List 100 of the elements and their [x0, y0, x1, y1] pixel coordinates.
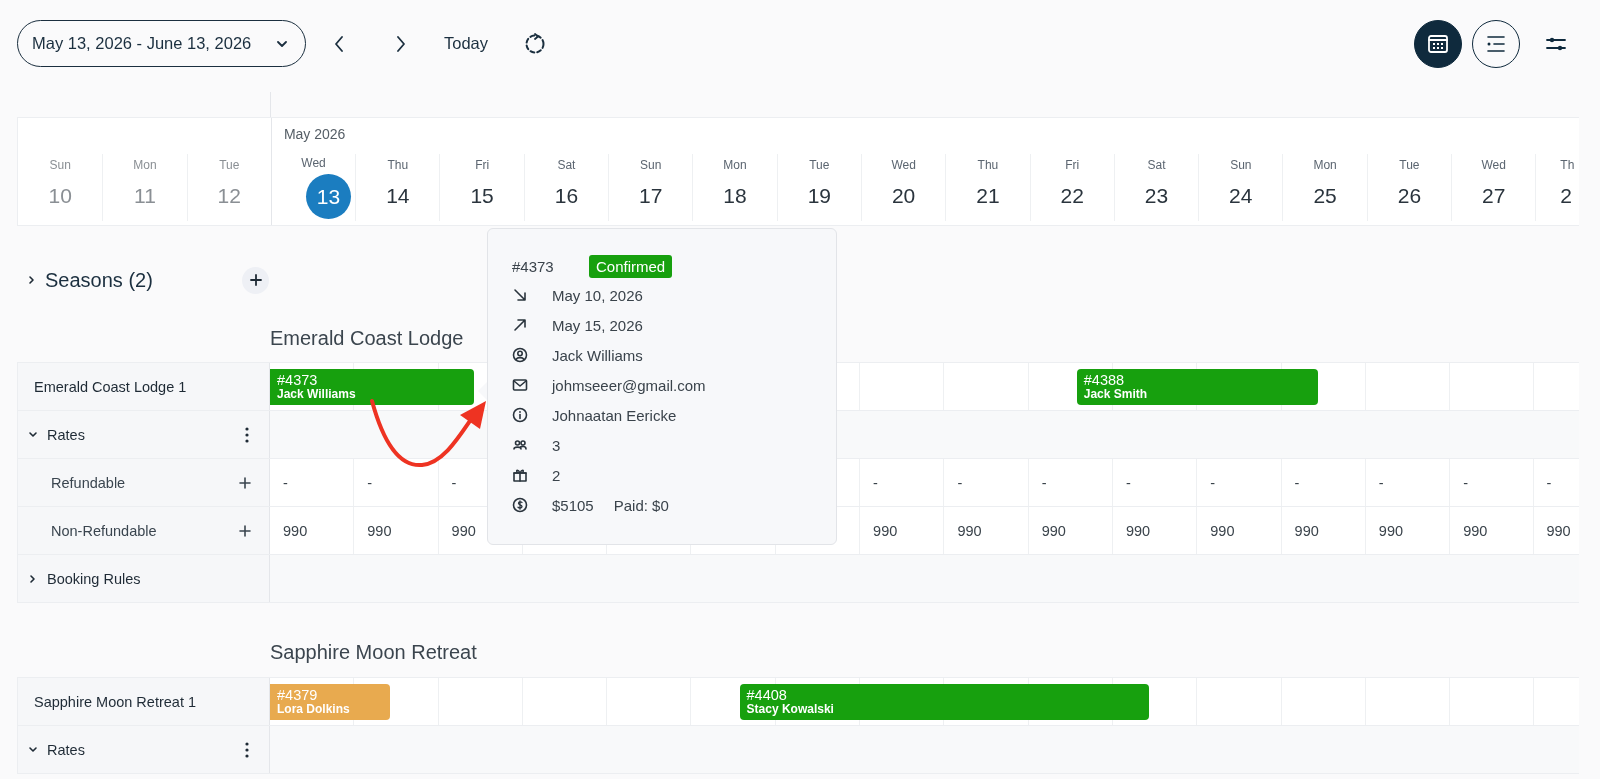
weekday-label: Mon [723, 158, 747, 172]
weekday-label: Fri [475, 158, 490, 172]
guest-name: Lora Dolkins [277, 703, 351, 716]
rate-value: - [1294, 474, 1300, 491]
room-label-cell: Sapphire Moon Retreat 1 [18, 678, 270, 725]
group-label: Booking Rules [47, 570, 141, 587]
expand-toggle[interactable] [28, 429, 38, 440]
date-number: 17 [638, 183, 664, 209]
rate-value: 990 [873, 522, 898, 539]
rate-value: 990 [367, 522, 392, 539]
date-number: 16 [553, 183, 580, 209]
rate-value: - [451, 474, 457, 491]
booking-number: #4373 [512, 257, 555, 275]
rate-name: Non-Refundable [51, 522, 157, 539]
chevron-down-icon [277, 40, 287, 47]
booking-bar[interactable]: #4388 Jack Smith [1076, 369, 1318, 405]
chevron-right-icon [396, 35, 406, 52]
weekday-label: Sat [1147, 158, 1166, 172]
chevron-right-icon [27, 275, 37, 285]
weekday-label: Sun [1230, 158, 1252, 172]
date-number: 14 [385, 183, 411, 209]
dollar-icon [512, 497, 528, 513]
month-label: May 2026 [283, 126, 346, 142]
rate-value: 990 [1210, 522, 1235, 539]
date-number: 22 [1059, 183, 1085, 209]
date-number: 25 [1312, 183, 1338, 209]
rate-value: 990 [1125, 522, 1151, 539]
paid-amount: Paid: $0 [613, 496, 669, 514]
group-label: Rates [47, 426, 85, 443]
envelope-icon [512, 377, 528, 393]
group-label: Rates [47, 741, 85, 758]
rate-value: - [1125, 474, 1131, 491]
rate-value: - [1041, 474, 1047, 491]
expand-toggle[interactable] [28, 744, 38, 755]
weekday-label: Sun [640, 158, 662, 172]
weekday-label: Tue [219, 158, 240, 172]
detail-text: May 15, 2026 [552, 316, 643, 334]
calendar-view-button[interactable] [1414, 19, 1462, 68]
rate-value: - [1378, 474, 1384, 491]
booking-number: #4373 [277, 373, 319, 388]
booking-bar[interactable]: #4408 Stacy Kowalski [739, 684, 1150, 720]
chevron-right-icon [28, 573, 38, 584]
guest-name: Jack Williams [277, 388, 357, 401]
booking-number: #4408 [746, 688, 788, 703]
rate-value: - [873, 474, 878, 491]
rate-value: 990 [1294, 522, 1319, 539]
rate-value: - [1210, 474, 1216, 491]
date-number: 20 [890, 183, 917, 209]
section-title: Seasons (2) [45, 268, 153, 292]
date-number: 26 [1396, 183, 1423, 209]
refresh-icon [524, 32, 547, 55]
date-number: 24 [1228, 183, 1254, 209]
weekday-label: Tue [809, 158, 830, 172]
booking-bar[interactable]: #4379 Lora Dolkins [270, 684, 390, 720]
rate-value: 990 [1378, 522, 1404, 539]
booking-number: #4388 [1083, 373, 1126, 388]
plus-icon [249, 274, 262, 286]
rate-value: 990 [1041, 522, 1066, 539]
add-button[interactable] [242, 266, 269, 294]
date-number: 21 [975, 183, 1001, 209]
status-badge: Confirmed [589, 254, 673, 278]
rate-value: - [957, 474, 963, 491]
date-range-dropdown[interactable]: May 13, 2026 - June 13, 2026 [17, 20, 306, 67]
weekday-label: Wed [891, 158, 916, 172]
user-icon [512, 347, 528, 363]
detail-text: 3 [552, 436, 561, 454]
info-icon [512, 407, 528, 423]
arrow-up-right-icon [512, 317, 528, 333]
property-title: Sapphire Moon Retreat [270, 640, 477, 664]
plus-icon [239, 524, 251, 537]
today-date-marker: 13 [306, 174, 352, 219]
kebab-icon [245, 426, 249, 443]
gift-icon [512, 467, 528, 483]
detail-text: May 10, 2026 [552, 286, 643, 304]
calendar-icon [1427, 32, 1449, 55]
rate-value: - [1546, 474, 1552, 491]
weekday-label: Sun [49, 158, 71, 172]
detail-text: $5105 [552, 496, 594, 514]
booking-number: #4379 [277, 688, 319, 703]
people-icon [512, 437, 528, 453]
property-title: Emerald Coast Lodge [270, 327, 464, 350]
rate-value: 990 [957, 522, 982, 539]
weekday-label: Mon [133, 158, 157, 172]
today-button[interactable]: Today [440, 30, 493, 57]
plus-icon [239, 476, 251, 489]
expand-toggle[interactable] [27, 275, 37, 285]
guest-name: Stacy Kowalski [746, 703, 835, 716]
chevron-down-icon [28, 429, 38, 440]
rate-value: 990 [1546, 522, 1571, 539]
date-number: 15 [469, 183, 495, 209]
booking-bar[interactable]: #4373 Jack Williams [270, 369, 474, 405]
sliders-icon [1546, 35, 1566, 52]
detail-text: 2 [552, 466, 561, 484]
expand-toggle[interactable] [28, 573, 38, 584]
rate-value: - [1463, 474, 1468, 491]
detail-text: Jack Williams [552, 346, 643, 364]
date-number: 11 [133, 183, 157, 209]
list-view-button[interactable] [1472, 19, 1520, 68]
rate-value: 990 [451, 522, 476, 539]
chevron-left-icon [334, 35, 344, 52]
